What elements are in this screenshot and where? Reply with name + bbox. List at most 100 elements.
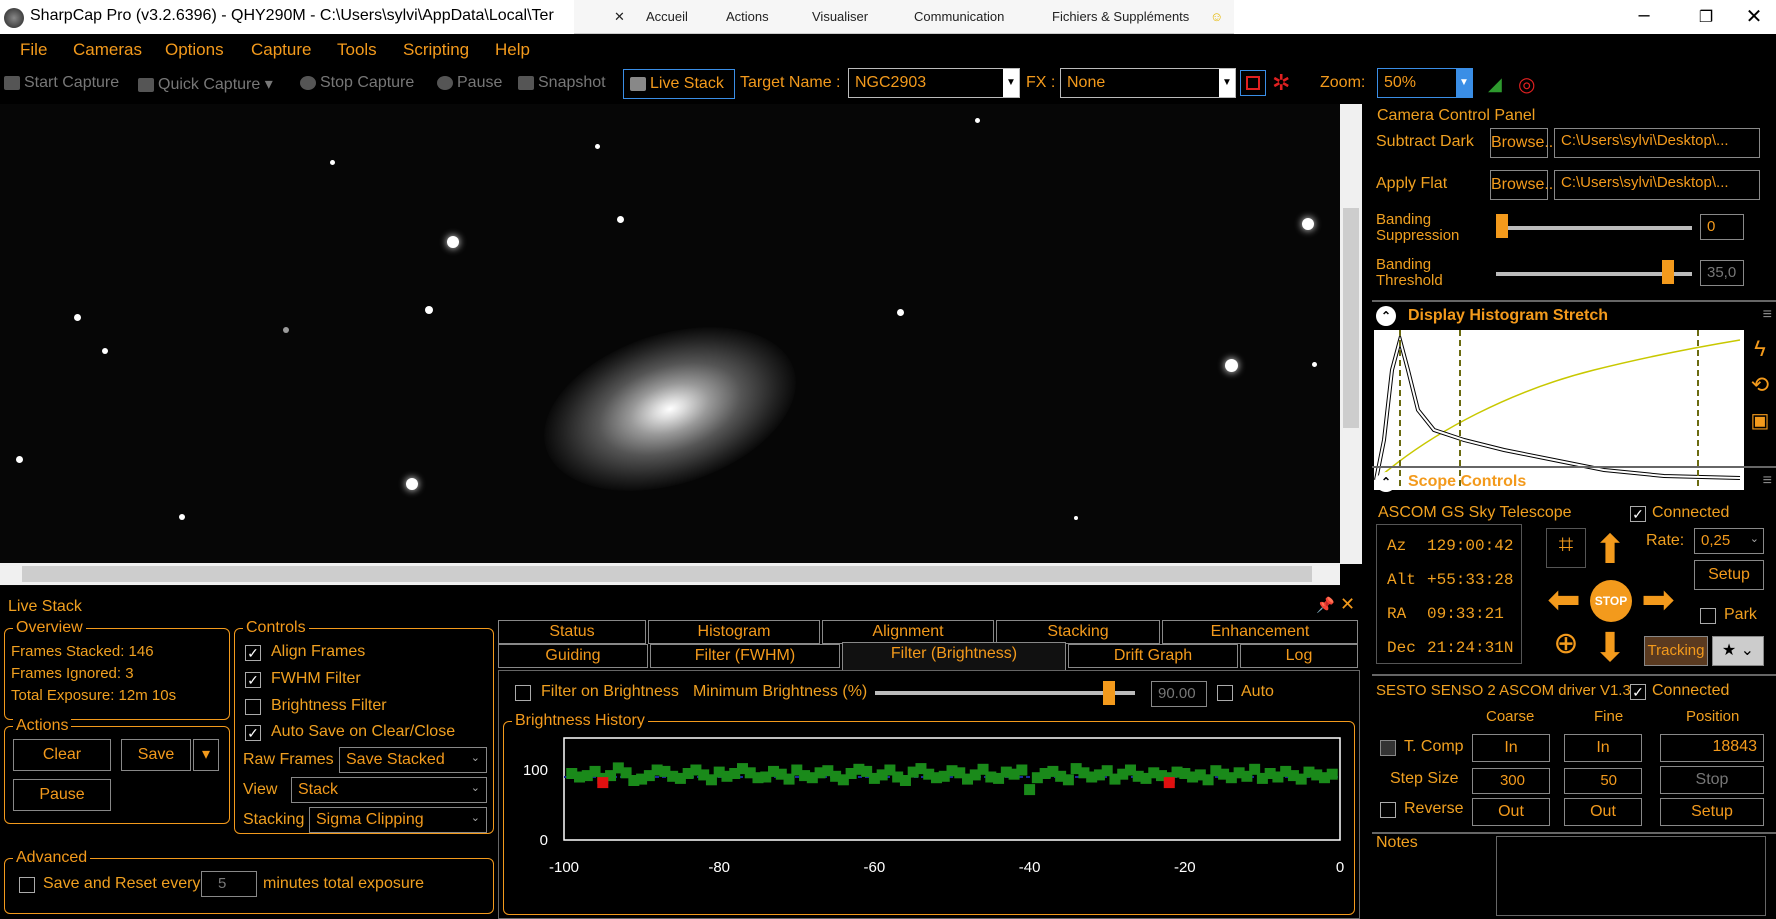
fwhm-filter-checkbox[interactable]: ✓ — [245, 672, 261, 688]
reset-icon[interactable]: ⟲ — [1746, 372, 1774, 400]
banding-suppression-value[interactable]: 0 — [1700, 214, 1744, 240]
stop-capture-button[interactable]: Stop Capture — [300, 74, 414, 92]
collapse-icon[interactable]: ⌃ — [1376, 306, 1396, 326]
coarse-in-button[interactable]: In — [1472, 734, 1550, 762]
menu-cameras[interactable]: Cameras — [73, 40, 142, 60]
stacking-combo[interactable]: Sigma Clipping ⌄ — [309, 807, 487, 833]
rate-combo[interactable]: 0,25 ⌄ — [1694, 528, 1764, 554]
scope-section-header[interactable]: ⌃ Scope Controls ≡ — [1372, 466, 1776, 496]
mount-connected-checkbox[interactable]: ✓ — [1630, 506, 1646, 522]
image-vertical-scrollbar[interactable] — [1340, 104, 1362, 564]
tab-filter-brightness[interactable]: Filter (Brightness) — [842, 642, 1066, 670]
tab-alignment[interactable]: Alignment — [822, 620, 994, 644]
histogram-section-header[interactable]: ⌃ Display Histogram Stretch ≡ — [1372, 300, 1776, 330]
pin-icon[interactable]: 📌 — [1316, 596, 1335, 614]
save-reset-minutes[interactable]: 5 — [201, 871, 257, 897]
banding-suppression-slider[interactable] — [1496, 226, 1692, 230]
browse-flat-button[interactable]: Browse... — [1490, 170, 1558, 200]
slider-thumb[interactable] — [1662, 260, 1675, 284]
slider-thumb[interactable] — [1103, 681, 1115, 705]
tab-log[interactable]: Log — [1240, 644, 1358, 668]
tab-stacking[interactable]: Stacking — [996, 620, 1160, 644]
browse-dark-button[interactable]: Browse... — [1490, 128, 1558, 158]
menu-scripting[interactable]: Scripting — [403, 40, 469, 60]
close-ext-icon[interactable]: ✕ — [614, 9, 625, 25]
save-button[interactable]: Save — [121, 739, 191, 771]
save-reset-checkbox[interactable] — [19, 877, 35, 893]
smiley-icon[interactable]: ☺ — [1210, 9, 1223, 24]
reticle-button[interactable] — [1240, 70, 1266, 96]
slider-thumb[interactable] — [1496, 214, 1508, 238]
spiral-search-button[interactable]: ⌗ — [1546, 528, 1586, 568]
menu-options[interactable]: Options — [165, 40, 224, 60]
save-icon[interactable]: ▣ — [1746, 408, 1774, 436]
chevron-down-icon[interactable]: ▼ — [1003, 69, 1019, 97]
focus-assist-icon[interactable]: ◎ — [1518, 72, 1535, 97]
tab-guiding[interactable]: Guiding — [498, 644, 648, 668]
snapshot-button[interactable]: Snapshot — [518, 74, 606, 92]
flat-path-combo[interactable]: C:\Users\sylvi\Desktop\... — [1554, 170, 1760, 200]
dark-path-combo[interactable]: C:\Users\sylvi\Desktop\... — [1554, 128, 1760, 158]
coarse-step-field[interactable]: 300 — [1472, 768, 1550, 794]
menu-icon[interactable]: ≡ — [1763, 472, 1772, 490]
image-horizontal-scrollbar[interactable] — [0, 563, 1340, 585]
scope-setup-button[interactable]: Setup — [1694, 560, 1764, 590]
banding-threshold-value[interactable]: 35,0 — [1700, 260, 1744, 286]
notes-textarea[interactable] — [1496, 836, 1766, 916]
maximize-button[interactable]: ❐ — [1686, 7, 1726, 27]
zoom-combo[interactable]: 50% ▼ — [1377, 68, 1473, 98]
camera-image[interactable] — [0, 104, 1340, 586]
tab-enhancement[interactable]: Enhancement — [1162, 620, 1358, 644]
tab-filter-fwhm[interactable]: Filter (FWHM) — [650, 644, 840, 668]
save-options-button[interactable]: ▾ — [193, 739, 219, 771]
scrollbar-thumb[interactable] — [1343, 208, 1359, 428]
menu-capture[interactable]: Capture — [251, 40, 311, 60]
north-arrow-button[interactable]: ⬆ — [1588, 528, 1632, 572]
star-menu-button[interactable]: ★ ⌄ — [1712, 636, 1764, 666]
raw-frames-combo[interactable]: Save Stacked ⌄ — [339, 747, 487, 773]
clear-button[interactable]: Clear — [13, 739, 111, 771]
park-checkbox[interactable] — [1700, 608, 1716, 624]
south-arrow-button[interactable]: ⬇ — [1588, 626, 1632, 670]
scrollbar-thumb[interactable] — [22, 566, 1312, 582]
histogram-icon[interactable]: ◢ — [1488, 74, 1502, 95]
tab-drift-graph[interactable]: Drift Graph — [1068, 644, 1238, 668]
menu-tools[interactable]: Tools — [337, 40, 377, 60]
tab-status[interactable]: Status — [498, 620, 646, 644]
tcomp-checkbox[interactable] — [1380, 740, 1396, 756]
menu-file[interactable]: File — [20, 40, 47, 60]
ext-actions[interactable]: Actions — [726, 9, 769, 24]
align-frames-checkbox[interactable]: ✓ — [245, 645, 261, 661]
start-capture-button[interactable]: Start Capture — [4, 74, 119, 92]
auto-save-checkbox[interactable]: ✓ — [245, 725, 261, 741]
coarse-out-button[interactable]: Out — [1472, 798, 1550, 826]
tab-histogram[interactable]: Histogram — [648, 620, 820, 644]
collapse-icon[interactable]: ⌃ — [1376, 472, 1396, 492]
min-brightness-slider[interactable] — [875, 691, 1135, 695]
close-panel-icon[interactable]: ✕ — [1340, 594, 1355, 615]
east-arrow-button[interactable]: ➡ — [1636, 578, 1680, 622]
view-combo[interactable]: Stack ⌄ — [291, 777, 487, 803]
chevron-down-icon[interactable]: ▼ — [1456, 69, 1472, 97]
min-brightness-value[interactable]: 90.00 — [1151, 681, 1207, 707]
fine-out-button[interactable]: Out — [1564, 798, 1642, 826]
filter-on-brightness-checkbox[interactable] — [515, 685, 531, 701]
quick-capture-button[interactable]: Quick Capture ▾ — [138, 74, 273, 94]
ext-visualiser[interactable]: Visualiser — [812, 9, 868, 24]
focuser-setup-button[interactable]: Setup — [1660, 798, 1764, 826]
stop-slew-button[interactable]: STOP — [1590, 580, 1632, 622]
focuser-connected-checkbox[interactable]: ✓ — [1630, 684, 1646, 700]
ext-accueil[interactable]: Accueil — [646, 9, 688, 24]
chevron-down-icon[interactable]: ▼ — [1219, 69, 1235, 97]
reverse-checkbox[interactable] — [1380, 802, 1396, 818]
brightness-filter-checkbox[interactable] — [245, 699, 261, 715]
pause-button[interactable]: Pause — [437, 74, 502, 92]
tracking-button[interactable]: Tracking — [1644, 636, 1708, 666]
focuser-stop-button[interactable]: Stop — [1660, 766, 1764, 794]
live-stack-button[interactable]: Live Stack — [623, 69, 735, 99]
menu-icon[interactable]: ≡ — [1763, 306, 1772, 324]
target-name-combo[interactable]: NGC2903 ▼ — [848, 68, 1020, 98]
menu-help[interactable]: Help — [495, 40, 530, 60]
fine-in-button[interactable]: In — [1564, 734, 1642, 762]
fine-step-field[interactable]: 50 — [1564, 768, 1642, 794]
